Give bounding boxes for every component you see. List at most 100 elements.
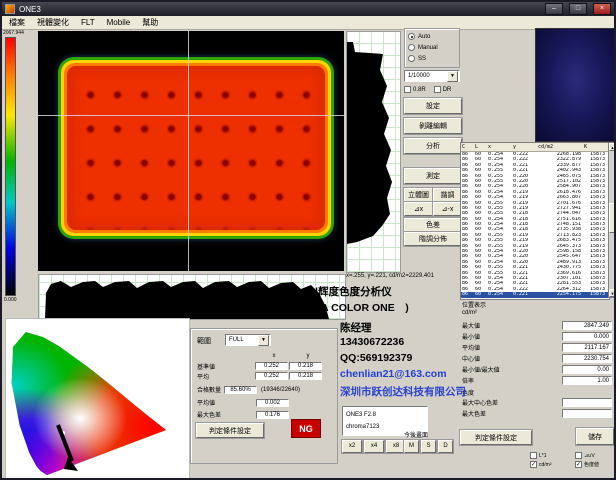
table-cell: 0.221: [512, 292, 537, 297]
close-button[interactable]: ×: [593, 3, 611, 15]
tone-dist-button[interactable]: 階調分佈: [404, 232, 462, 246]
table-header: CLxycd/m2K: [461, 143, 609, 152]
zoom-button-x2[interactable]: x2: [342, 440, 362, 453]
delta-x-button[interactable]: ⊿x: [404, 202, 433, 216]
panel-blob-ring: [61, 60, 331, 236]
table-header-cell[interactable]: K: [583, 143, 607, 151]
table-row[interactable]: 86600.2540.2212254.17515873: [461, 292, 609, 297]
check-label: L*1: [539, 453, 547, 459]
radio-label: Manual: [418, 45, 438, 51]
check-label: 色度値: [584, 461, 599, 468]
menu-item-檔案[interactable]: 檔案: [9, 17, 25, 28]
display-check-⊿u'v'[interactable]: ⊿u'v': [575, 452, 616, 459]
table-header-cell[interactable]: L: [474, 143, 487, 151]
zoom-button-x8[interactable]: x8: [386, 440, 406, 453]
thermal-image[interactable]: [38, 31, 344, 271]
range-select[interactable]: FULL ▼: [225, 334, 271, 346]
panel-blob-ring2: [64, 63, 328, 233]
title-bar[interactable]: ONE3 – □ ×: [2, 2, 614, 16]
range-label: 範圍: [197, 336, 211, 346]
judge-x-value: 0.252: [255, 372, 288, 380]
judge-settings-button-right[interactable]: 判定條件設定: [460, 430, 532, 445]
radio-label: Auto: [418, 34, 430, 40]
menu-item-視體變化[interactable]: 視體變化: [37, 17, 69, 28]
capture-check-DR[interactable]: DR: [434, 86, 452, 93]
crosshair-vertical[interactable]: [188, 31, 189, 271]
contact-line: 陈经理: [340, 320, 470, 336]
chevron-down-icon[interactable]: ▼: [258, 335, 269, 346]
max-diff-value: 0.176: [256, 411, 289, 419]
scroll-up-icon[interactable]: ▲: [609, 143, 616, 151]
delta-minus-x-button[interactable]: ⊿-x: [433, 202, 462, 216]
stat-row: 倍率1.00: [462, 375, 612, 386]
menu-item-FLT[interactable]: FLT: [81, 18, 95, 27]
display-check-色度値[interactable]: ✓色度値: [575, 461, 616, 468]
stat-value: 2847.249: [562, 321, 612, 330]
scrollbar-thumb[interactable]: [609, 203, 616, 233]
range-value: FULL: [229, 337, 244, 343]
color-diff-button[interactable]: 色差: [404, 218, 462, 232]
table-body: 86600.2540.2222268.1981587386600.2540.22…: [461, 152, 609, 298]
solid-view-button[interactable]: 立體圖: [404, 188, 433, 202]
contact-line: QQ:569192379: [340, 352, 470, 368]
set-button[interactable]: 設定: [404, 98, 462, 114]
stats-rows: 最大値2847.249最小値0.000平均値2117.167中心値2230.75…: [462, 320, 612, 386]
table-header-cell[interactable]: C: [461, 143, 474, 151]
stat-value: 0.000: [562, 332, 612, 341]
maximize-button[interactable]: □: [569, 3, 587, 15]
table-header-cell[interactable]: x: [487, 143, 512, 151]
table-header-cell[interactable]: y: [512, 143, 537, 151]
contact-line: (RISA COLOR ONE ): [300, 300, 470, 316]
menu-item-幫助[interactable]: 幫助: [142, 17, 158, 28]
screen-button-M[interactable]: M: [404, 440, 419, 453]
avg-diff-row: 平均値 0.002: [197, 398, 290, 407]
scroll-down-icon[interactable]: ▼: [609, 289, 616, 297]
screen-mode-label: 今後畫面: [404, 430, 428, 439]
colorbar: [5, 37, 16, 296]
shutter-value: 1/10000: [408, 73, 430, 79]
save-button[interactable]: 儲存: [576, 428, 614, 445]
table-header-cell[interactable]: cd/m2: [537, 143, 583, 151]
judge-col-header: x: [257, 353, 291, 359]
contact-block: ccd辉度色度分析仪(RISA COLOR ONE )陈经理1343067223…: [300, 284, 470, 400]
screen-button-S[interactable]: S: [421, 440, 436, 453]
mode-radio-SS[interactable]: SS: [408, 53, 456, 64]
window-title: ONE3: [19, 5, 539, 14]
table-scrollbar[interactable]: ▲ ▼: [608, 142, 616, 298]
check-label: ⊿u'v': [584, 453, 595, 459]
screen-button-D[interactable]: D: [438, 440, 453, 453]
display-check-cd/m²[interactable]: ✓cd/m²: [530, 461, 571, 468]
measurement-table: CLxycd/m2K 86600.2540.2222268.1981587386…: [460, 142, 610, 300]
mode-radio-Manual[interactable]: Manual: [408, 42, 456, 53]
measure-button[interactable]: 測定: [404, 168, 462, 184]
cie-chromaticity-diagram[interactable]: [5, 318, 190, 480]
check-label: DR: [443, 87, 452, 93]
radio-icon: [408, 55, 415, 62]
display-check-L*1[interactable]: L*1: [530, 452, 571, 459]
tone-button[interactable]: 諧調: [433, 188, 462, 202]
avg-diff-label: 平均値: [197, 398, 253, 407]
check-label: 0.8R: [413, 87, 426, 93]
capture-check-0.8R[interactable]: 0.8R: [404, 86, 426, 93]
menu-item-Mobile[interactable]: Mobile: [107, 18, 131, 27]
checkbox-icon: [530, 452, 537, 459]
pass-count-row: 合格數量 85.60% (19346/22640): [197, 385, 300, 394]
shutter-select[interactable]: 1/10000 ▼: [404, 70, 460, 82]
checkbox-icon: ✓: [530, 461, 537, 468]
chevron-down-icon[interactable]: ▼: [447, 71, 458, 82]
stat-value: 2230.754: [562, 354, 612, 363]
zoom-button-x4[interactable]: x4: [364, 440, 384, 453]
checkbox-icon: [434, 86, 441, 93]
pass-count-value: 85.60%: [224, 386, 257, 394]
edit-button[interactable]: 剝離編輯: [404, 118, 462, 134]
judge-settings-button-left[interactable]: 判定條件設定: [196, 423, 264, 438]
contact-line: chenlian21@163.com: [340, 368, 470, 384]
crosshair-horizontal[interactable]: [38, 115, 344, 116]
mode-radio-Auto[interactable]: Auto: [408, 31, 456, 42]
minimize-button[interactable]: –: [545, 3, 563, 15]
analyze-button[interactable]: 分析: [404, 138, 462, 154]
colorbar-max-label: 2067.944: [3, 30, 24, 36]
stat-row: 最大色差: [462, 408, 612, 419]
colorbar-min-label: 0.000: [4, 297, 17, 303]
pass-count-detail: (19346/22640): [261, 387, 300, 393]
